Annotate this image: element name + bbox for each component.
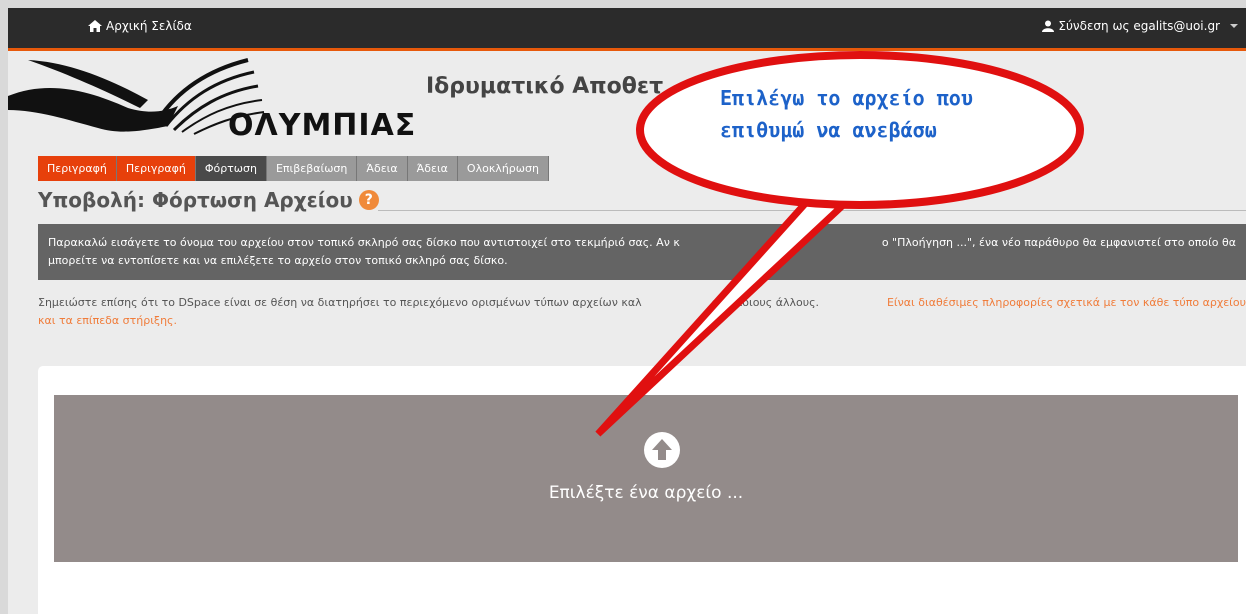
step-verify: Επιβεβαίωση	[266, 156, 358, 181]
speech-bubble-text: Επιλέγω το αρχείο που επιθυμώ να ανεβάσω	[720, 82, 1060, 146]
user-menu[interactable]: Σύνδεση ως egalits@uoi.gr	[1042, 19, 1238, 33]
page-title-text: Υποβολή: Φόρτωση Αρχείου	[38, 188, 353, 212]
caret-down-icon	[1230, 24, 1238, 28]
help-icon[interactable]: ?	[358, 190, 379, 210]
user-menu-label: Σύνδεση ως egalits@uoi.gr	[1058, 19, 1220, 33]
step-complete: Ολοκλήρωση	[457, 156, 549, 181]
note-text: Σημειώστε επίσης ότι το DSpace είναι σε …	[38, 296, 642, 309]
page-title: Υποβολή: Φόρτωση Αρχείου ?	[38, 188, 379, 212]
top-navbar: Αρχική Σελίδα Σύνδεση ως egalits@uoi.gr	[8, 8, 1246, 51]
file-format-note: Σημειώστε επίσης ότι το DSpace είναι σε …	[38, 294, 1246, 330]
step-describe-2[interactable]: Περιγραφή	[116, 156, 196, 181]
upload-arrow-icon	[644, 432, 680, 468]
home-icon	[88, 20, 102, 32]
file-dropzone[interactable]: Επιλέξτε ένα αρχείο ...	[54, 395, 1238, 562]
step-license-2: Άδεια	[407, 156, 458, 181]
speech-bubble-line-2: επιθυμώ να ανεβάσω	[720, 118, 937, 142]
speech-bubble-line-1: Επιλέγω το αρχείο που	[720, 86, 973, 110]
instructions-line-1-end: ο "Πλοήγηση ...", ένα νέο παράθυρο θα εμ…	[881, 236, 1236, 249]
title-divider	[378, 210, 1246, 211]
home-link[interactable]: Αρχική Σελίδα	[88, 19, 192, 33]
step-license-1: Άδεια	[357, 156, 408, 181]
logo-wordmark: ΟΛΥΜΠΙΑΣ	[228, 108, 417, 143]
upload-instructions: Παρακαλώ εισάγετε το όνομα του αρχείου σ…	[38, 224, 1246, 280]
format-support-link[interactable]: Είναι διαθέσιμες πληροφορίες σχετικά με …	[887, 294, 1246, 312]
repository-title: Ιδρυματικό Αποθετ	[426, 74, 664, 99]
instructions-line-1: Παρακαλώ εισάγετε το όνομα του αρχείου σ…	[48, 236, 680, 249]
note-text-end: ο κάποιους άλλους.	[711, 296, 820, 309]
choose-file-label: Επιλέξτε ένα αρχείο ...	[548, 483, 744, 503]
submission-steps: Περιγραφή Περιγραφή Φόρτωση Επιβεβαίωση …	[38, 156, 549, 181]
step-upload[interactable]: Φόρτωση	[195, 156, 267, 181]
home-link-label: Αρχική Σελίδα	[106, 19, 192, 33]
instructions-line-2: μπορείτε να εντοπίσετε και να επιλέξετε …	[48, 254, 508, 267]
user-icon	[1042, 20, 1055, 32]
support-levels-link[interactable]: και τα επίπεδα στήριξης.	[38, 314, 177, 327]
step-describe-1[interactable]: Περιγραφή	[38, 156, 117, 181]
